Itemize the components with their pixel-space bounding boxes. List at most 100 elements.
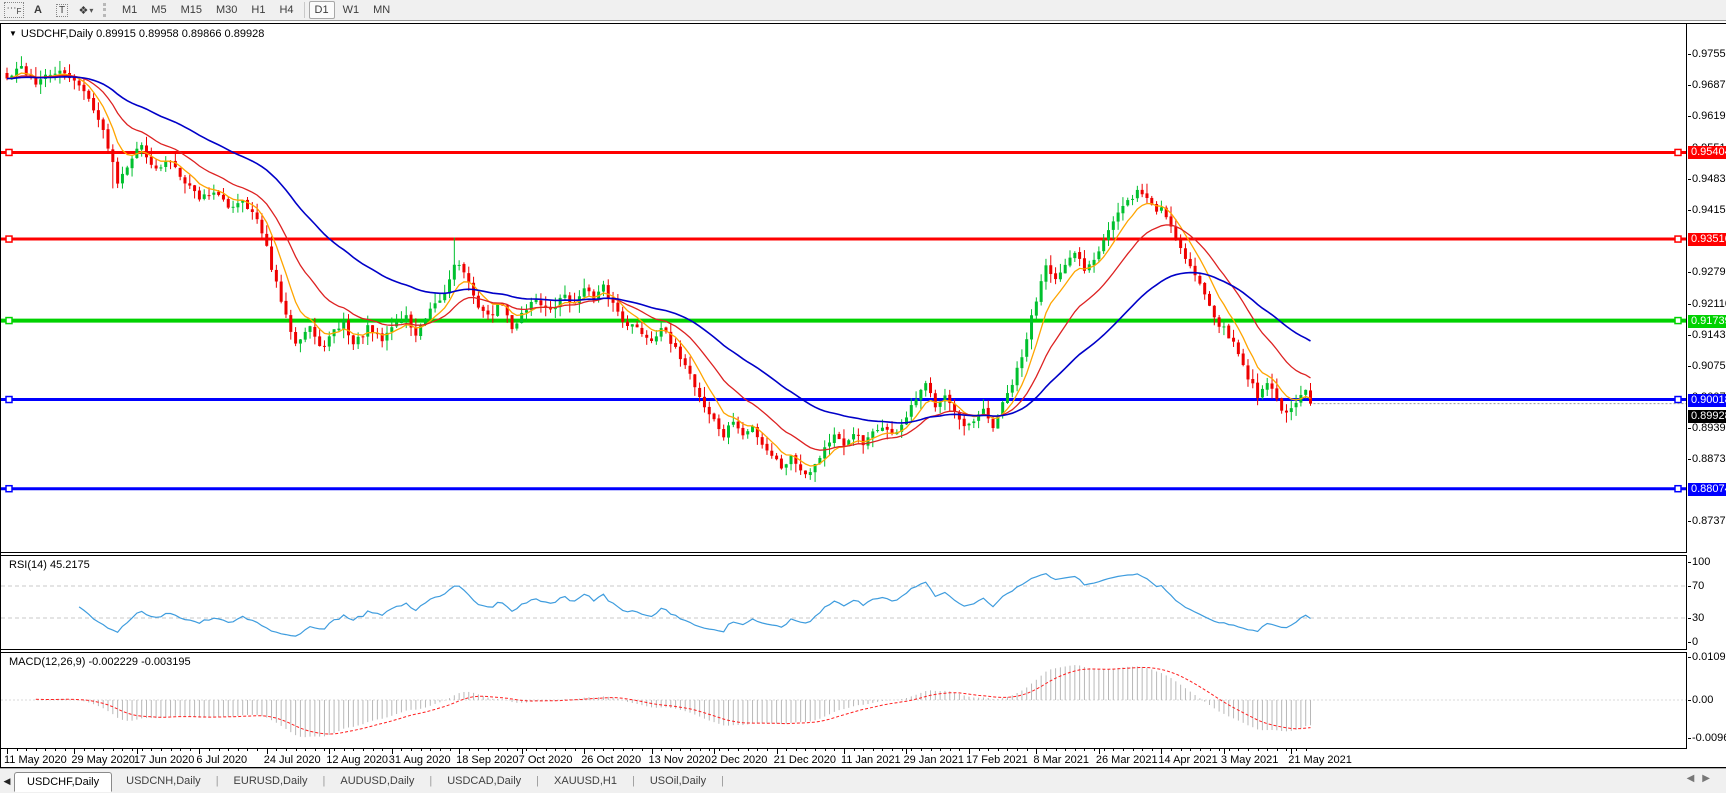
date-label: 2 Dec 2020: [711, 754, 767, 766]
minor-date-tick: [661, 749, 662, 751]
timeframe-button-m15[interactable]: M15: [175, 1, 208, 19]
price-tick-label: 0.88730: [1692, 453, 1726, 465]
minor-date-tick: [1104, 749, 1105, 751]
timeframe-button-mn[interactable]: MN: [367, 1, 396, 19]
axis-tick: [1688, 642, 1691, 643]
toolbar-grip[interactable]: [103, 3, 109, 17]
minor-date-tick: [555, 749, 556, 751]
dropdown-caret-icon[interactable]: ▾: [89, 6, 93, 15]
minor-date-tick: [873, 749, 874, 751]
dotted-grid-f-icon[interactable]: ⋯F: [3, 2, 25, 19]
axis-tick: [1688, 657, 1691, 658]
minor-date-tick: [344, 749, 345, 751]
date-label: 18 Sep 2020: [456, 754, 518, 766]
minor-date-tick: [180, 749, 181, 751]
date-label: 12 Aug 2020: [326, 754, 388, 766]
minor-date-tick: [1046, 749, 1047, 751]
minor-date-tick: [1065, 749, 1066, 751]
minor-date-tick: [122, 749, 123, 751]
minor-date-tick: [757, 749, 758, 751]
minor-date-tick: [911, 749, 912, 751]
date-label: 31 Aug 2020: [389, 754, 451, 766]
minor-date-tick: [334, 749, 335, 751]
tab-usdcad-daily[interactable]: USDCAD,Daily: [433, 772, 535, 790]
line-price-label: 0.91739: [1688, 315, 1726, 328]
scroll-right-icon: ▶: [1702, 773, 1718, 784]
minor-date-tick: [161, 749, 162, 751]
timeframe-button-w1[interactable]: W1: [337, 1, 366, 19]
chart-tab-bar: ◀ USDCHF,DailyUSDCNH,Daily|EURUSD,Daily|…: [0, 768, 1726, 793]
minor-date-tick: [26, 749, 27, 751]
line-price-label: 0.90018: [1688, 394, 1726, 407]
minor-date-tick: [854, 749, 855, 751]
minor-date-tick: [401, 749, 402, 751]
rsi-pane[interactable]: RSI(14) 45.2175: [1, 556, 1687, 649]
minor-date-tick: [517, 749, 518, 751]
text-tool-icon[interactable]: T: [51, 2, 73, 19]
axis-tick: [1688, 272, 1691, 273]
minor-date-tick: [1200, 749, 1201, 751]
tab-usoil-daily[interactable]: USOil,Daily: [636, 772, 720, 790]
axis-tick: [1688, 85, 1691, 86]
date-label: 11 Jan 2021: [841, 754, 901, 766]
rsi-tick-label: 100: [1692, 556, 1710, 568]
timeframe-button-h1[interactable]: H1: [245, 1, 271, 19]
axis-tick: [1688, 428, 1691, 429]
price-axis[interactable]: 0.975500.968700.961900.955100.948300.941…: [1688, 24, 1726, 767]
minor-date-tick: [921, 749, 922, 751]
minor-date-tick: [882, 749, 883, 751]
date-label: 26 Oct 2020: [581, 754, 641, 766]
date-label: 8 Mar 2021: [1033, 754, 1089, 766]
main-chart-pane[interactable]: ▼USDCHF,Daily 0.89915 0.89958 0.89866 0.…: [1, 24, 1687, 552]
minor-date-tick: [1142, 749, 1143, 751]
price-tick-label: 0.89390: [1692, 422, 1726, 434]
current-price-label: 0.89928: [1688, 410, 1726, 423]
tab-scroll-left-icon[interactable]: ◀: [0, 776, 14, 787]
minor-date-tick: [1296, 749, 1297, 751]
axis-tick: [1688, 700, 1691, 701]
minor-date-tick: [536, 749, 537, 751]
arrows-tool-icon[interactable]: ❖▾: [75, 2, 97, 19]
tab-usdcnh-daily[interactable]: USDCNH,Daily: [112, 772, 215, 790]
axis-tick: [1688, 304, 1691, 305]
minor-date-tick: [1190, 749, 1191, 751]
tab-nav-arrows[interactable]: ◀▶: [1687, 773, 1718, 784]
timeframe-button-h4[interactable]: H4: [273, 1, 299, 19]
axis-tick: [1688, 179, 1691, 180]
minor-date-tick: [815, 749, 816, 751]
minor-date-tick: [209, 749, 210, 751]
timeframe-button-m30[interactable]: M30: [210, 1, 243, 19]
timeframe-button-m1[interactable]: M1: [116, 1, 143, 19]
tab-usdchf-daily[interactable]: USDCHF,Daily: [14, 772, 112, 792]
minor-date-tick: [690, 749, 691, 751]
tab-xauusd-h1[interactable]: XAUUSD,H1: [540, 772, 631, 790]
tab-audusd-daily[interactable]: AUDUSD,Daily: [326, 772, 428, 790]
minor-date-tick: [1094, 749, 1095, 751]
minor-date-tick: [363, 749, 364, 751]
rsi-label: RSI(14) 45.2175: [9, 559, 90, 571]
timeframe-button-d1[interactable]: D1: [309, 1, 335, 19]
minor-date-tick: [709, 749, 710, 751]
date-label: 3 May 2021: [1221, 754, 1278, 766]
date-axis[interactable]: 11 May 202029 May 202017 Jun 20206 Jul 2…: [1, 748, 1687, 767]
symbol-dropdown-icon[interactable]: ▼: [9, 29, 17, 38]
minor-date-tick: [1075, 749, 1076, 751]
top-toolbar: ⋯F A T ❖▾ M1M5M15M30H1H4 D1W1MN: [0, 0, 1726, 21]
minor-date-tick: [786, 749, 787, 751]
minor-date-tick: [1113, 749, 1114, 751]
minor-date-tick: [257, 749, 258, 751]
macd-label: MACD(12,26,9) -0.002229 -0.003195: [9, 656, 191, 668]
timeframe-button-m5[interactable]: M5: [145, 1, 172, 19]
minor-date-tick: [1277, 749, 1278, 751]
price-tick-label: 0.91430: [1692, 329, 1726, 341]
minor-date-tick: [324, 749, 325, 751]
minor-date-tick: [680, 749, 681, 751]
minor-date-tick: [700, 749, 701, 751]
axis-tick: [1688, 738, 1691, 739]
tab-eurusd-daily[interactable]: EURUSD,Daily: [220, 772, 322, 790]
minor-date-tick: [671, 749, 672, 751]
minor-date-tick: [238, 749, 239, 751]
macd-tick-label: 0.00: [1692, 694, 1713, 706]
letter-a-tool-icon[interactable]: A: [27, 2, 49, 19]
macd-pane[interactable]: MACD(12,26,9) -0.002229 -0.003195: [1, 653, 1687, 748]
